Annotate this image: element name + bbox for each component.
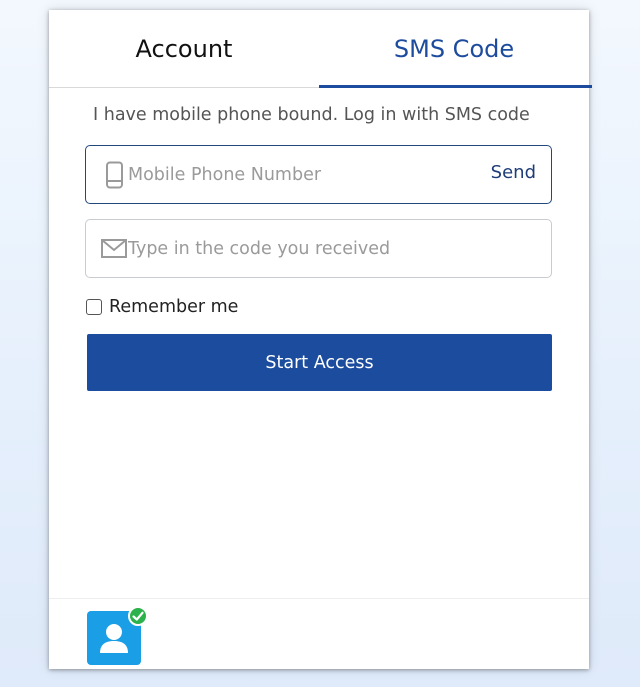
envelope-icon [100, 235, 128, 263]
card-footer [49, 598, 589, 669]
remember-me-label: Remember me [109, 297, 239, 317]
sms-code-input[interactable] [128, 230, 468, 268]
tab-account-label: Account [135, 35, 233, 63]
start-access-label: Start Access [265, 352, 374, 373]
start-access-button[interactable]: Start Access [87, 334, 552, 391]
sms-login-hint: I have mobile phone bound. Log in with S… [93, 105, 530, 125]
login-card: Account SMS Code I have mobile phone bou… [49, 10, 592, 669]
tab-sms-code-label: SMS Code [393, 35, 515, 63]
mobile-phone-icon [100, 161, 128, 189]
verified-check-icon [128, 606, 148, 626]
tab-sms-code[interactable]: SMS Code [319, 10, 589, 88]
remember-me-checkbox[interactable] [86, 299, 102, 315]
active-tab-indicator [319, 85, 592, 88]
send-code-button[interactable]: Send [491, 162, 536, 183]
tab-account[interactable]: Account [49, 10, 319, 88]
login-tabs: Account SMS Code [49, 10, 592, 88]
remember-me[interactable]: Remember me [86, 296, 238, 318]
code-field[interactable] [85, 219, 552, 278]
phone-field[interactable]: Send [85, 145, 552, 204]
phone-number-input[interactable] [128, 156, 468, 194]
